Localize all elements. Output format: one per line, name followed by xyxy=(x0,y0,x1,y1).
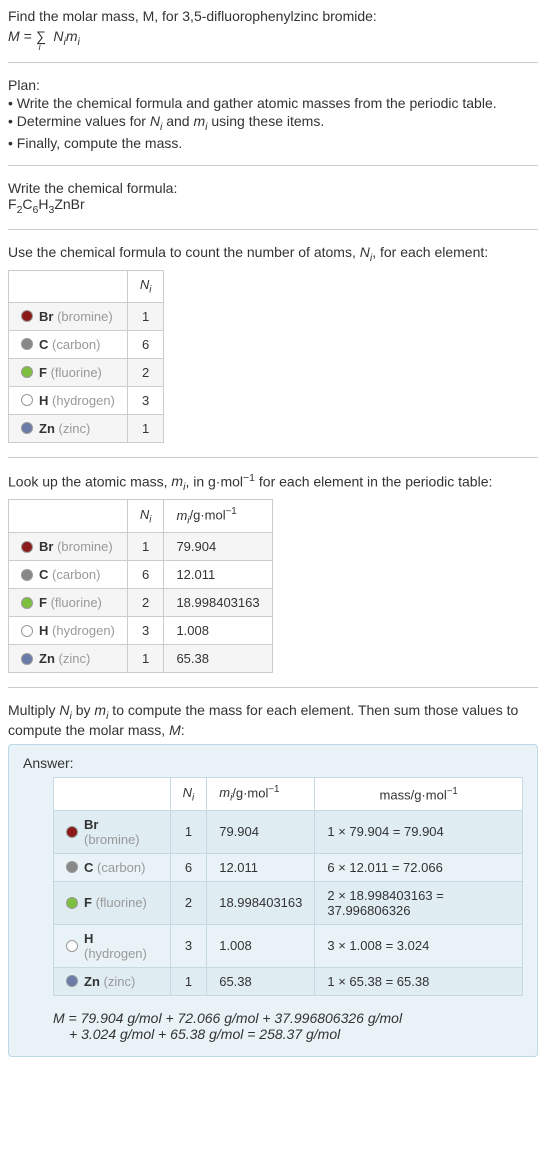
table-row: Zn (zinc) 1 65.38 xyxy=(9,645,273,673)
swatch-c xyxy=(21,338,33,350)
plan-header: Plan: xyxy=(8,77,538,93)
table-row: F (fluorine) 2 18.998403163 2 × 18.99840… xyxy=(54,881,523,924)
swatch-zn xyxy=(21,422,33,434)
table-row: H (hydrogen) 3 xyxy=(9,386,164,414)
write-formula-label: Write the chemical formula: xyxy=(8,180,538,196)
lookup-text: Look up the atomic mass, mi, in g·mol−1 … xyxy=(8,472,538,493)
table-row: F (fluorine) 2 18.998403163 xyxy=(9,589,273,617)
table-row: Zn (zinc) 1 xyxy=(9,414,164,442)
col-mass: mass/g·mol−1 xyxy=(315,777,523,810)
count-table: Ni Br (bromine) 1 C (carbon) 6 F (fluori… xyxy=(8,270,164,443)
col-ni: Ni xyxy=(170,777,207,810)
table-row: C (carbon) 6 12.011 xyxy=(9,561,273,589)
table-row: H (hydrogen) 3 1.008 3 × 1.008 = 3.024 xyxy=(54,924,523,967)
table-row: Zn (zinc) 1 65.38 1 × 65.38 = 65.38 xyxy=(54,967,523,995)
table-row: F (fluorine) 2 xyxy=(9,358,164,386)
swatch-br xyxy=(21,310,33,322)
col-ni: Ni xyxy=(127,500,164,533)
answer-label: Answer: xyxy=(23,755,523,771)
plan-list: • Write the chemical formula and gather … xyxy=(8,95,538,151)
table-row: C (carbon) 6 xyxy=(9,330,164,358)
col-ni: Ni xyxy=(127,271,164,303)
answer-box: Answer: Ni mi/g·mol−1 mass/g·mol−1 Br (b… xyxy=(8,744,538,1057)
mass-formula: M = ∑i Nimi xyxy=(8,28,538,48)
table-row: Br (bromine) 1 79.904 xyxy=(9,533,273,561)
intro: Find the molar mass, M, for 3,5-difluoro… xyxy=(8,8,377,24)
plan-item: • Determine values for Ni and mi using t… xyxy=(8,113,538,133)
swatch-h xyxy=(21,394,33,406)
table-row: Br (bromine) 1 79.904 1 × 79.904 = 79.90… xyxy=(54,810,523,853)
intro-text: Find the molar mass, M, for 3,5-difluoro… xyxy=(8,8,538,24)
answer-table: Ni mi/g·mol−1 mass/g·mol−1 Br (bromine) … xyxy=(53,777,523,996)
plan-item: • Write the chemical formula and gather … xyxy=(8,95,538,111)
swatch-f xyxy=(21,366,33,378)
multiply-text: Multiply Ni by mi to compute the mass fo… xyxy=(8,702,538,738)
plan-item: • Finally, compute the mass. xyxy=(8,135,538,151)
count-atoms-text: Use the chemical formula to count the nu… xyxy=(8,244,538,264)
mass-table: Ni mi/g·mol−1 Br (bromine) 1 79.904 C (c… xyxy=(8,499,273,673)
table-row: C (carbon) 6 12.011 6 × 12.011 = 72.066 xyxy=(54,853,523,881)
table-row: Br (bromine) 1 xyxy=(9,302,164,330)
table-row: H (hydrogen) 3 1.008 xyxy=(9,617,273,645)
col-mi: mi/g·mol−1 xyxy=(207,777,315,810)
col-mi: mi/g·mol−1 xyxy=(164,500,272,533)
final-equation: M = 79.904 g/mol + 72.066 g/mol + 37.996… xyxy=(53,1010,523,1042)
chemical-formula: F2C6H3ZnBr xyxy=(8,196,538,216)
